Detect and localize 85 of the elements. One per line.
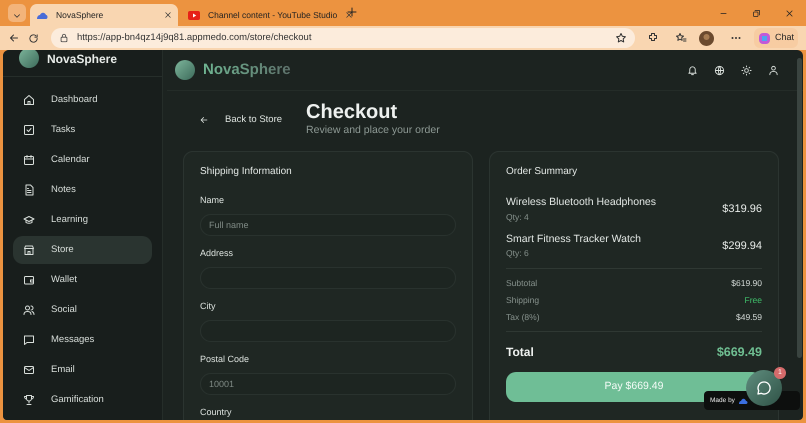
total-value: $669.49 <box>716 344 762 361</box>
graduation-cap-icon <box>23 214 35 226</box>
summary-label: Tax (8%) <box>506 310 540 324</box>
sidebar-item[interactable]: Store <box>13 236 152 264</box>
back-link[interactable]: Back to Store <box>199 112 282 128</box>
user-button[interactable] <box>768 64 779 76</box>
store-icon <box>23 244 35 256</box>
home-icon <box>23 94 35 106</box>
sidebar-item[interactable]: Email <box>13 356 152 384</box>
star-icon <box>614 32 627 44</box>
input-field[interactable]: 10001 <box>200 373 456 395</box>
checkbox-icon <box>23 124 35 136</box>
address-bar[interactable]: https://app-bn4qz14j9q81.appmedo.com/store/checkout <box>51 28 635 48</box>
card-title: Shipping Information <box>200 165 293 179</box>
close-icon <box>164 11 172 19</box>
new-tab-icon <box>346 6 358 18</box>
summary-value: Free <box>744 294 762 306</box>
product-quantity: Qty: 6 <box>506 247 530 260</box>
user-icon <box>768 64 779 76</box>
field-label: Address <box>200 248 234 259</box>
summary-value: $619.90 <box>731 277 762 290</box>
logo-icon <box>19 50 39 68</box>
summary-value: $49.59 <box>736 310 762 324</box>
back-arrow-icon <box>8 32 20 44</box>
sidebar-brand: NovaSphere <box>47 51 118 68</box>
field-label: Country <box>200 407 233 418</box>
product-price: $319.96 <box>722 202 762 217</box>
chat-button[interactable]: Chat <box>754 28 798 48</box>
users-icon <box>23 304 35 316</box>
page-subtitle: Review and place your order <box>306 123 440 138</box>
extensions-icon <box>646 32 659 44</box>
wallet-icon <box>23 274 35 286</box>
sun-icon <box>741 64 752 76</box>
trophy-icon <box>23 394 35 406</box>
scrollbar[interactable] <box>797 58 802 358</box>
page-title: Checkout <box>306 101 398 124</box>
restore-icon <box>752 9 761 18</box>
back-arrow-icon <box>199 115 209 125</box>
chat-bubble-icon <box>756 380 772 396</box>
sidebar-item[interactable]: Notes <box>13 176 152 204</box>
sidebar-item[interactable]: Wallet <box>13 266 152 294</box>
globe-icon <box>714 64 725 76</box>
url-text: https://app-bn4qz14j9q81.appmedo.com/store/checkout <box>77 30 312 45</box>
total-label: Total <box>506 344 534 362</box>
sidebar-item[interactable]: Calendar <box>13 146 152 174</box>
calendar-icon <box>23 154 35 166</box>
sidebar-item[interactable]: Dashboard <box>13 86 152 114</box>
bell-icon <box>687 64 698 76</box>
sidebar-item[interactable]: Social <box>13 296 152 324</box>
browser-tab[interactable]: Channel content - YouTube Studio <box>182 4 338 26</box>
field-label: Postal Code <box>200 354 250 365</box>
cloud-icon <box>738 398 748 404</box>
bell-button[interactable] <box>687 64 698 76</box>
summary-label: Subtotal <box>506 277 538 290</box>
document-icon <box>23 184 35 196</box>
sidebar-item[interactable]: Gamification <box>13 386 152 414</box>
field-label: Name <box>200 195 226 206</box>
reload-icon <box>28 32 39 44</box>
favorites-icon <box>674 32 687 44</box>
mail-icon <box>23 364 35 376</box>
tab-title: NovaSphere <box>56 8 104 22</box>
video-icon <box>188 10 200 20</box>
sidebar-item[interactable]: Learning <box>13 206 152 234</box>
browser-tab[interactable]: NovaSphere <box>30 4 178 26</box>
product-quantity: Qty: 4 <box>506 210 530 224</box>
product-price: $299.94 <box>722 238 762 254</box>
copilot-icon <box>758 32 771 44</box>
tab-title: Channel content - YouTube Studio <box>208 8 338 22</box>
product-name: Wireless Bluetooth Headphones <box>506 195 658 210</box>
chat-icon <box>23 334 35 346</box>
input-field[interactable]: Full name <box>200 214 456 236</box>
close-icon <box>785 9 794 18</box>
site-info-icon <box>59 33 69 43</box>
globe-button[interactable] <box>714 64 725 76</box>
profile-avatar[interactable] <box>698 30 714 46</box>
field-label: City <box>200 301 216 312</box>
close-icon <box>345 11 354 19</box>
sun-button[interactable] <box>741 64 752 76</box>
product-name: Smart Fitness Tracker Watch <box>506 232 642 246</box>
cloud-icon <box>36 10 48 20</box>
summary-label: Shipping <box>506 294 540 306</box>
logo-icon <box>175 60 195 80</box>
card-title: Order Summary <box>506 165 578 179</box>
sidebar-item[interactable]: Tasks <box>13 116 152 144</box>
sidebar-item[interactable]: Messages <box>13 326 152 354</box>
